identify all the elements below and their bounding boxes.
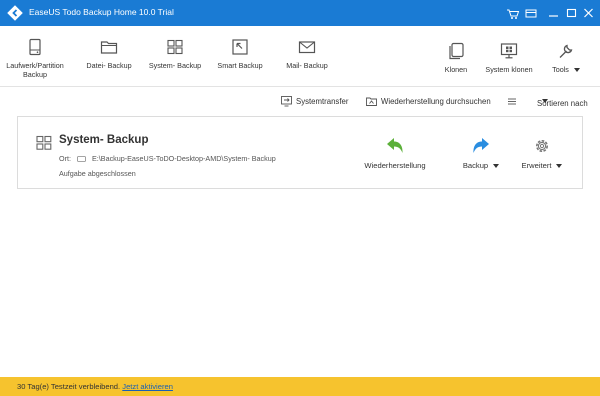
toolbar-label: Klonen	[444, 65, 468, 74]
disk-icon	[29, 38, 41, 56]
toolbar-label: Laufwerk/Partition Backup	[6, 61, 64, 79]
smart-icon	[232, 39, 248, 55]
toolbar-system-clone[interactable]: System klonen	[481, 26, 537, 86]
restore-button[interactable]: Wiederherstellung	[360, 135, 430, 177]
backup-button[interactable]: Backup	[446, 135, 516, 177]
windows-icon	[36, 135, 52, 150]
location-path: E:\Backup-EaseUS-ToDO-Desktop-AMD\System…	[91, 154, 276, 163]
list-icon	[508, 98, 516, 105]
maximize-button[interactable]	[564, 4, 580, 22]
main-toolbar: Laufwerk/Partition Backup Datei- Backup …	[0, 26, 600, 87]
task-location: Ort: E:\Backup-EaseUS-ToDO-Desktop-AMD\S…	[59, 154, 276, 163]
minimize-button[interactable]	[546, 4, 562, 22]
advanced-text: Erweitert	[521, 161, 552, 170]
toolbar-file-backup[interactable]: Datei- Backup	[80, 26, 138, 86]
window-title: EaseUS Todo Backup Home 10.0 Trial	[29, 7, 174, 17]
toolbar-system-backup[interactable]: System- Backup	[145, 26, 205, 86]
browse-restore-label: Wiederherstellung durchsuchen	[381, 97, 491, 106]
backup-task-card: System- Backup Ort: E:\Backup-EaseUS-ToD…	[17, 116, 583, 189]
toolbar-label: System klonen	[485, 65, 533, 74]
mail-icon	[298, 41, 316, 54]
chevron-down-icon	[542, 99, 548, 103]
trial-text: 30 Tag(e) Testzeit verbleibend.	[17, 382, 121, 391]
system-clone-icon	[500, 43, 518, 59]
title-bar: EaseUS Todo Backup Home 10.0 Trial	[0, 0, 600, 26]
backup-text: Backup	[462, 161, 489, 170]
cart-icon[interactable]	[505, 4, 521, 22]
action-bar: Systemtransfer Wiederherstellung durchsu…	[0, 95, 600, 111]
restore-arrow-icon	[387, 138, 403, 153]
chevron-down-icon	[493, 164, 500, 168]
toolbar-label: System- Backup	[148, 61, 202, 70]
toolbar-clone[interactable]: Klonen	[436, 26, 476, 86]
close-button[interactable]	[581, 4, 597, 22]
transfer-icon	[281, 96, 292, 107]
app-logo-icon	[7, 5, 23, 21]
chevron-down-icon	[573, 68, 580, 73]
tools-label: Tools	[552, 65, 569, 74]
chevron-down-icon	[556, 164, 563, 168]
toolbar-label: Smart Backup	[217, 61, 263, 70]
toolbar-label: Tools	[546, 65, 586, 74]
trial-message: 30 Tag(e) Testzeit verbleibend. Jetzt ak…	[17, 382, 173, 391]
toolbar-label: Datei- Backup	[86, 61, 132, 70]
systemtransfer-label: Systemtransfer	[296, 97, 349, 106]
folder-icon	[100, 41, 118, 54]
menu-icon[interactable]	[523, 4, 539, 22]
advanced-button[interactable]: Erweitert	[507, 135, 577, 177]
browse-folder-icon	[366, 97, 377, 106]
toolbar-tools[interactable]: Tools	[546, 26, 586, 86]
gear-icon	[536, 140, 548, 152]
toolbar-smart-backup[interactable]: Smart Backup	[212, 26, 268, 86]
drive-icon	[77, 156, 86, 162]
toolbar-mail-backup[interactable]: Mail- Backup	[278, 26, 336, 86]
activate-now-link[interactable]: Jetzt aktivieren	[122, 382, 173, 391]
backup-arrow-icon	[473, 138, 489, 153]
advanced-label: Erweitert	[507, 161, 577, 170]
toolbar-label: Mail- Backup	[286, 61, 328, 70]
trial-status-bar: 30 Tag(e) Testzeit verbleibend. Jetzt ak…	[0, 377, 600, 396]
task-status: Aufgabe abgeschlossen	[59, 169, 136, 178]
windows-icon	[167, 39, 183, 55]
task-title: System- Backup	[59, 134, 149, 146]
wrench-icon	[559, 44, 573, 58]
restore-label: Wiederherstellung	[364, 161, 426, 170]
backup-label: Backup	[446, 161, 516, 170]
clone-icon	[449, 42, 464, 60]
location-label: Ort:	[59, 154, 71, 163]
toolbar-disk-partition-backup[interactable]: Laufwerk/Partition Backup	[6, 26, 64, 86]
